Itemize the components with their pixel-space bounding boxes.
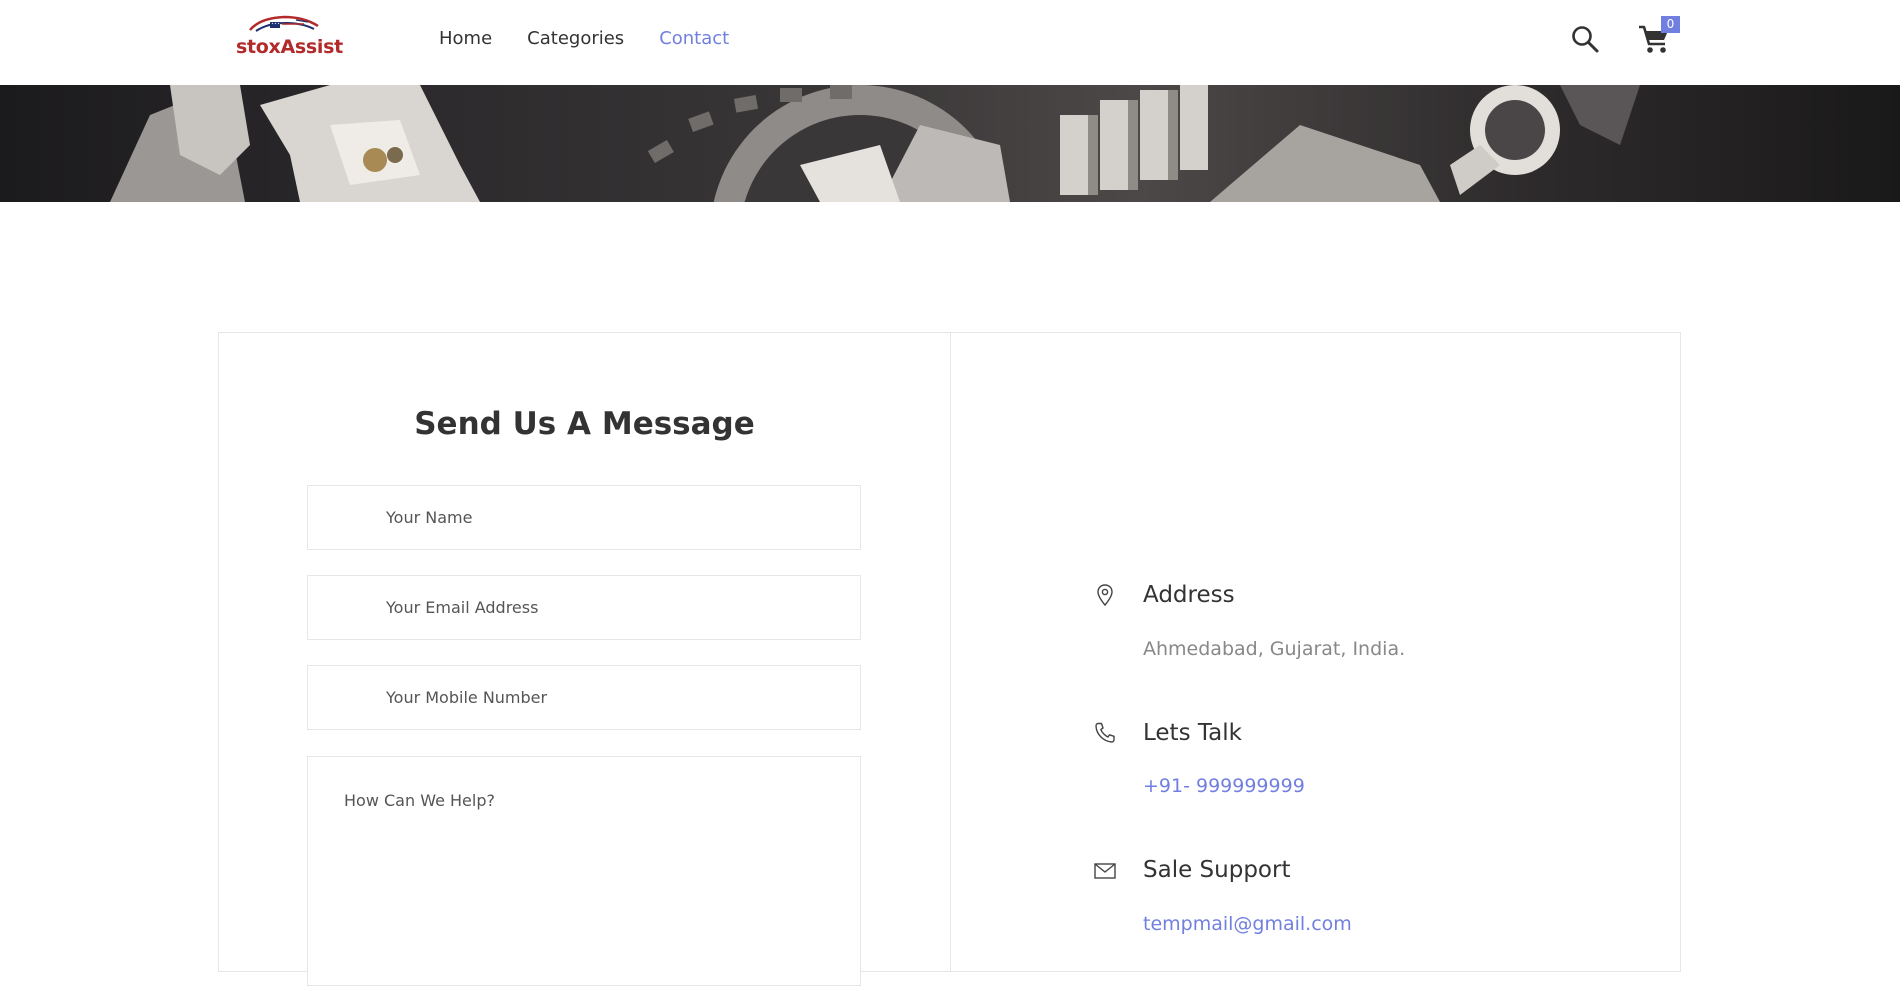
phone-icon: [1095, 722, 1115, 743]
brand-name: stoxAssist: [236, 36, 343, 58]
form-title: Send Us A Message: [414, 406, 755, 442]
email-field[interactable]: [307, 575, 861, 640]
phone-link[interactable]: +91- 999999999: [1143, 775, 1305, 797]
address-title: Address: [1143, 582, 1235, 608]
nav-item-categories[interactable]: Categories: [527, 28, 624, 49]
phone-title: Lets Talk: [1143, 720, 1242, 746]
name-field[interactable]: [307, 485, 861, 550]
map-pin-icon: [1097, 584, 1113, 607]
brand-logo[interactable]: stoxAssist: [236, 14, 343, 62]
mail-icon: [1094, 863, 1116, 879]
search-icon[interactable]: [1570, 24, 1600, 54]
nav-item-contact[interactable]: Contact: [659, 28, 729, 49]
contact-card: Send Us A Message Address Ahmedabad, Guj…: [218, 332, 1681, 986]
support-email-link[interactable]: tempmail@gmail.com: [1143, 913, 1352, 935]
nav-item-home[interactable]: Home: [439, 28, 492, 49]
main-nav: Home Categories Contact: [439, 28, 729, 49]
hero-banner-image: [0, 85, 1900, 202]
cart-count-badge: 0: [1661, 16, 1680, 33]
support-title: Sale Support: [1143, 857, 1291, 883]
message-field[interactable]: [307, 756, 861, 986]
card-divider: [950, 333, 951, 971]
machinery-illustration: [110, 85, 1640, 202]
logo-car-icon: [249, 15, 319, 32]
mobile-field[interactable]: [307, 665, 861, 730]
address-value: Ahmedabad, Gujarat, India.: [1143, 638, 1406, 660]
site-header: stoxAssist Home Categories Contact 0: [0, 0, 1900, 85]
